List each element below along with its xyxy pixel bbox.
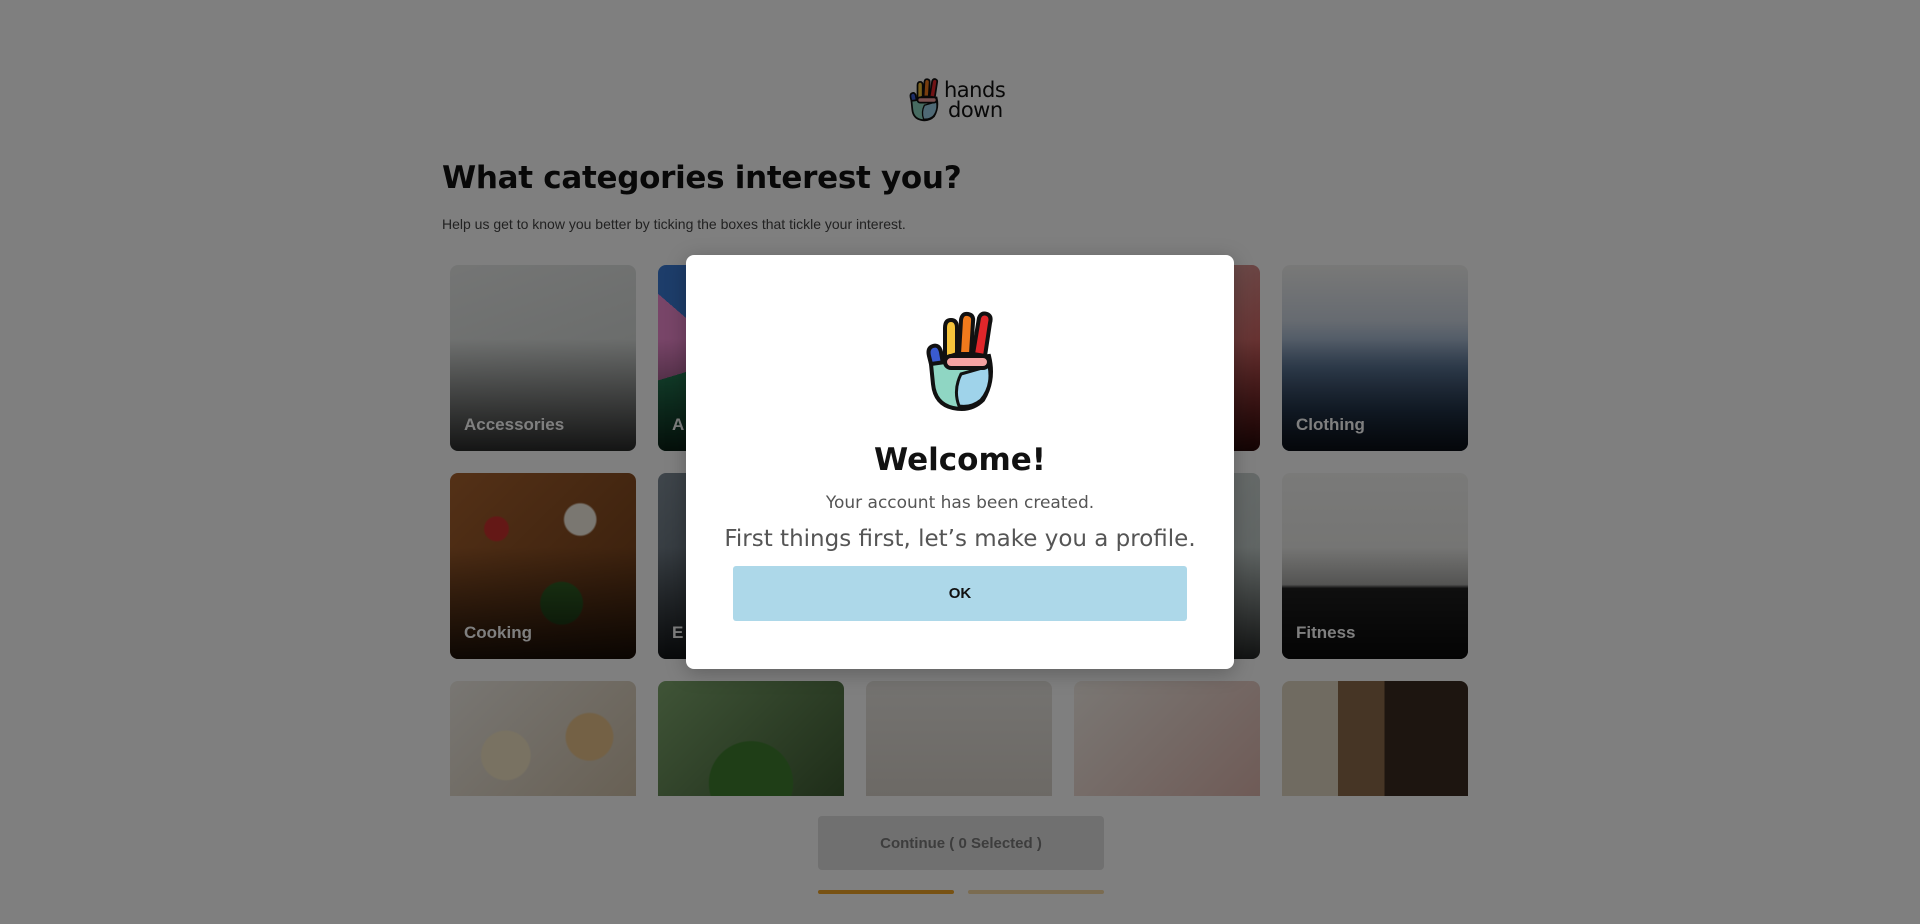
welcome-dialog: Welcome! Your account has been created. … xyxy=(686,255,1234,669)
dialog-message: Your account has been created. xyxy=(825,493,1095,513)
page: hands down What categories interest you?… xyxy=(0,0,1920,924)
peace-hand-icon xyxy=(926,311,993,411)
dialog-lead: First things first, let’s make you a pro… xyxy=(724,526,1196,552)
dialog-title: Welcome! xyxy=(874,442,1046,478)
ok-button[interactable]: OK xyxy=(733,566,1187,621)
